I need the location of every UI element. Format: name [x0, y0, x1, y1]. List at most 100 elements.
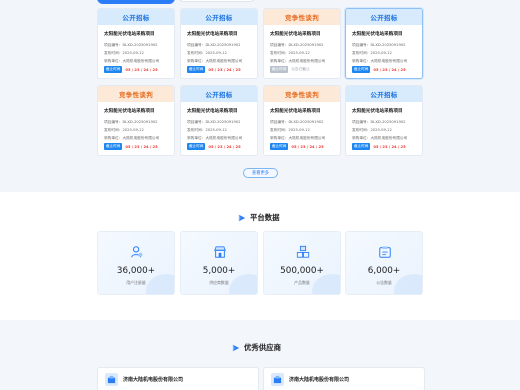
notice-icon: [379, 246, 391, 258]
status-badge: 截止时间: [104, 143, 123, 151]
notice-card[interactable]: 公开招标 太阳能光伏电站采购项目 项目编号：DLXD-2025091902 发布…: [345, 8, 423, 79]
stat-value: 5,000+: [202, 266, 236, 276]
project-no: DLXD-2025091902: [122, 43, 158, 47]
active-tab-indicator[interactable]: [97, 0, 175, 4]
deadline-countdown: 公告已截止: [291, 67, 310, 72]
notice-card[interactable]: 竞争性谈判 太阳能光伏电站采购项目 项目编号：DLXD-2025091902 发…: [97, 85, 175, 156]
notice-type: 公开招标: [98, 9, 174, 25]
status-badge: 截止时间: [270, 143, 289, 151]
publish-date-label: 发布时间：: [187, 50, 206, 55]
publish-date: 2025-09-12: [370, 50, 392, 55]
status-badge: 截止时间: [352, 66, 371, 74]
status-badge: 截止时间: [270, 66, 289, 74]
buyer-label: 采购单位：: [187, 58, 206, 63]
stat-card: 5,000+ 供应商数量: [180, 231, 258, 295]
project-no: DLXD-2025091902: [370, 120, 406, 124]
publish-date-label: 发布时间：: [187, 127, 206, 132]
company-logo-icon: [105, 373, 118, 386]
stat-label: 用户注册量: [126, 280, 146, 285]
notice-type: 竞争性谈判: [264, 9, 340, 25]
buyer: 大陆机电股份有限公司: [122, 58, 160, 63]
notice-card[interactable]: 公开招标 太阳能光伏电站采购项目 项目编号：DLXD-2025091902 发布…: [180, 85, 258, 156]
buyer-label: 采购单位：: [104, 58, 123, 63]
view-more-button[interactable]: 查看更多: [243, 168, 278, 178]
deadline-countdown: 05 / 23 / 24 / 25: [373, 144, 406, 149]
project-no: DLXD-2025091902: [205, 120, 241, 124]
buyer-label: 采购单位：: [187, 135, 206, 140]
notice-title: 太阳能光伏电站采购项目: [187, 32, 238, 37]
buyer-label: 采购单位：: [104, 135, 123, 140]
notice-card[interactable]: 公开招标 太阳能光伏电站采购项目 项目编号：DLXD-2025091902 发布…: [97, 8, 175, 79]
project-no: DLXD-2025091902: [288, 43, 324, 47]
deadline-countdown: 05 / 23 / 24 / 25: [373, 67, 406, 72]
notice-card[interactable]: 公开招标 太阳能光伏电站采购项目 项目编号：DLXD-2025091902 发布…: [345, 85, 423, 156]
products-icon: [296, 245, 310, 258]
buyer-label: 采购单位：: [352, 58, 371, 63]
publish-date: 2025-09-12: [122, 127, 144, 132]
notice-section: [0, 0, 520, 192]
project-no-label: 项目编号：: [104, 43, 123, 47]
deadline-countdown: 05 / 23 / 24 / 25: [125, 144, 158, 149]
buyer: 大陆机电股份有限公司: [205, 135, 243, 140]
project-no-label: 项目编号：: [270, 120, 289, 124]
notice-type: 公开招标: [181, 9, 257, 25]
stat-value: 6,000+: [367, 266, 401, 276]
buyer: 大陆机电股份有限公司: [122, 135, 160, 140]
notice-card[interactable]: 公开招标 太阳能光伏电站采购项目 项目编号：DLXD-2025091902 发布…: [180, 8, 258, 79]
buyer: 大陆机电股份有限公司: [370, 135, 408, 140]
status-badge: 截止时间: [104, 66, 123, 74]
notice-type: 竞争性谈判: [98, 86, 174, 102]
publish-date-label: 发布时间：: [270, 50, 289, 55]
publish-date: 2025-09-12: [288, 127, 310, 132]
play-logo-icon: [238, 214, 246, 221]
buyer-label: 采购单位：: [270, 135, 289, 140]
buyer: 大陆机电股份有限公司: [370, 58, 408, 63]
publish-date: 2025-09-12: [370, 127, 392, 132]
notice-card[interactable]: 竞争性谈判 太阳能光伏电站采购项目 项目编号：DLXD-2025091902 发…: [263, 85, 341, 156]
stat-label: 产品数量: [294, 280, 310, 285]
company-logo-icon: [271, 373, 284, 386]
notice-title: 太阳能光伏电站采购项目: [187, 109, 238, 114]
notice-type: 竞争性谈判: [264, 86, 340, 102]
supplier-card[interactable]: 济南大陆机电股份有限公司: [263, 367, 425, 390]
section-title: 优秀供应商: [244, 343, 281, 352]
buyer: 大陆机电股份有限公司: [205, 58, 243, 63]
store-icon: [214, 246, 226, 258]
notice-card[interactable]: 竞争性谈判 太阳能光伏电站采购项目 项目编号：DLXD-2025091902 发…: [263, 8, 341, 79]
publish-date-label: 发布时间：: [104, 127, 123, 132]
buyer: 大陆机电股份有限公司: [288, 135, 326, 140]
notice-type: 公开招标: [181, 86, 257, 102]
buyer: 大陆机电股份有限公司: [288, 58, 326, 63]
stat-value: 500,000+: [280, 266, 324, 276]
project-no-label: 项目编号：: [270, 43, 289, 47]
publish-date-label: 发布时间：: [270, 127, 289, 132]
project-no-label: 项目编号：: [187, 43, 206, 47]
users-icon: [131, 246, 143, 258]
deadline-countdown: 05 / 23 / 24 / 25: [208, 144, 241, 149]
status-badge: 截止时间: [187, 66, 206, 74]
notice-title: 太阳能光伏电站采购项目: [104, 32, 155, 37]
deadline-countdown: 05 / 23 / 24 / 25: [208, 67, 241, 72]
supplier-name: 济南大陆机电股份有限公司: [123, 377, 184, 383]
supplier-card[interactable]: 济南大陆机电股份有限公司: [97, 367, 259, 390]
publish-date: 2025-09-12: [205, 127, 227, 132]
buyer-label: 采购单位：: [352, 135, 371, 140]
project-no-label: 项目编号：: [187, 120, 206, 124]
supplier-name: 济南大陆机电股份有限公司: [289, 377, 350, 383]
supplier-section: [0, 320, 520, 390]
status-badge: 截止时间: [187, 143, 206, 151]
supplier-heading: 优秀供应商: [232, 342, 281, 353]
publish-date: 2025-09-12: [205, 50, 227, 55]
play-logo-icon: [232, 344, 240, 351]
project-no-label: 项目编号：: [352, 43, 371, 47]
project-no: DLXD-2025091902: [122, 120, 158, 124]
stat-value: 36,000+: [116, 266, 156, 276]
status-badge: 截止时间: [352, 143, 371, 151]
project-no: DLXD-2025091902: [370, 43, 406, 47]
inactive-tab-indicator[interactable]: [178, 0, 256, 2]
deadline-countdown: 05 / 23 / 24 / 25: [291, 144, 324, 149]
publish-date-label: 发布时间：: [352, 50, 371, 55]
stat-card: 6,000+ 公告数量: [345, 231, 423, 295]
notice-type: 公开招标: [346, 9, 422, 25]
stat-label: 供应商数量: [209, 280, 229, 285]
